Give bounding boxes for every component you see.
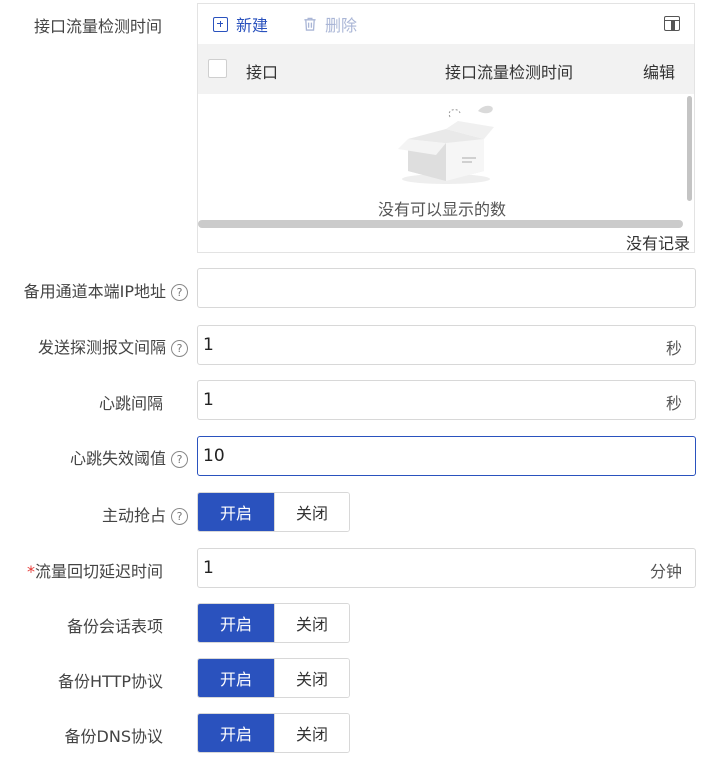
heartbeat-threshold-input[interactable]: 10 <box>197 436 696 476</box>
delete-button-label: 删除 <box>325 16 358 35</box>
heartbeat-threshold-value: 10 <box>203 446 225 466</box>
delete-button[interactable]: 删除 <box>303 12 357 36</box>
help-icon[interactable]: ? <box>171 284 188 301</box>
backup-http-switch: 开启 关闭 <box>197 658 350 698</box>
probe-interval-unit: 秒 <box>665 339 682 358</box>
switchback-delay-value: 1 <box>203 558 214 578</box>
backup-ip-input[interactable] <box>197 268 696 308</box>
backup-ip-label: 备用通道本端IP地址? <box>0 278 188 302</box>
preempt-label: 主动抢占? <box>0 502 188 526</box>
backup-session-label: 备份会话表项 <box>66 617 163 636</box>
empty-message: 没有可以显示的数 <box>378 200 507 219</box>
help-icon[interactable]: ? <box>171 451 188 468</box>
switchback-delay-input[interactable]: 1 分钟 <box>197 548 696 588</box>
plus-square-icon <box>213 16 228 32</box>
interface-monitor-table: 新建 删除 接口 接口流量检测时间 编辑 没有可以显示的数 没有记录 <box>197 3 695 253</box>
new-button-label: 新建 <box>236 16 269 35</box>
preempt-switch: 开启 关闭 <box>197 492 350 532</box>
probe-interval-input[interactable]: 1 秒 <box>197 325 696 365</box>
column-settings-icon[interactable] <box>664 16 680 31</box>
switchback-delay-unit: 分钟 <box>649 562 682 581</box>
backup-session-on-button[interactable]: 开启 <box>198 604 274 642</box>
backup-dns-on-button[interactable]: 开启 <box>198 714 274 752</box>
preempt-on-button[interactable]: 开启 <box>198 493 274 531</box>
probe-interval-label-text: 发送探测报文间隔 <box>37 338 166 357</box>
backup-dns-label: 备份DNS协议 <box>64 727 163 746</box>
required-mark: * <box>26 562 35 581</box>
table-header: 接口 接口流量检测时间 编辑 <box>198 44 694 94</box>
vertical-scrollbar[interactable] <box>687 96 692 201</box>
horizontal-scrollbar[interactable] <box>198 220 683 228</box>
heartbeat-threshold-label-text: 心跳失效阈值 <box>69 449 166 468</box>
backup-http-on-button[interactable]: 开启 <box>198 659 274 697</box>
backup-dns-switch: 开启 关闭 <box>197 713 350 753</box>
backup-session-off-button[interactable]: 关闭 <box>274 604 349 642</box>
column-header-monitor-time: 接口流量检测时间 <box>445 63 574 82</box>
backup-http-label: 备份HTTP协议 <box>58 672 163 691</box>
heartbeat-threshold-label: 心跳失效阈值? <box>0 445 188 469</box>
preempt-label-text: 主动抢占 <box>101 506 166 525</box>
interface-monitor-label: 接口流量检测时间 <box>33 17 162 36</box>
help-icon[interactable]: ? <box>171 340 188 357</box>
new-button[interactable]: 新建 <box>213 12 268 36</box>
preempt-off-button[interactable]: 关闭 <box>274 493 349 531</box>
backup-dns-off-button[interactable]: 关闭 <box>274 714 349 752</box>
record-count-text: 没有记录 <box>625 234 690 253</box>
column-header-edit: 编辑 <box>643 63 676 82</box>
backup-session-switch: 开启 关闭 <box>197 603 350 643</box>
backup-http-off-button[interactable]: 关闭 <box>274 659 349 697</box>
heartbeat-interval-unit: 秒 <box>665 394 682 413</box>
heartbeat-interval-label: 心跳间隔 <box>98 394 163 413</box>
table-body: 没有可以显示的数 <box>198 94 694 229</box>
table-toolbar: 新建 删除 <box>198 4 694 44</box>
heartbeat-interval-input[interactable]: 1 秒 <box>197 380 696 420</box>
probe-interval-label: 发送探测报文间隔? <box>0 334 188 358</box>
help-icon[interactable]: ? <box>171 508 188 525</box>
empty-box-illustration <box>398 105 494 184</box>
backup-ip-label-text: 备用通道本端IP地址 <box>23 282 166 301</box>
trash-icon <box>304 17 316 31</box>
column-header-interface: 接口 <box>246 63 279 82</box>
probe-interval-value: 1 <box>203 335 214 355</box>
heartbeat-interval-value: 1 <box>203 390 214 410</box>
select-all-checkbox[interactable] <box>208 59 227 78</box>
switchback-delay-label-text: 流量回切延迟时间 <box>34 562 163 581</box>
switchback-delay-label: *流量回切延迟时间 <box>0 558 163 582</box>
